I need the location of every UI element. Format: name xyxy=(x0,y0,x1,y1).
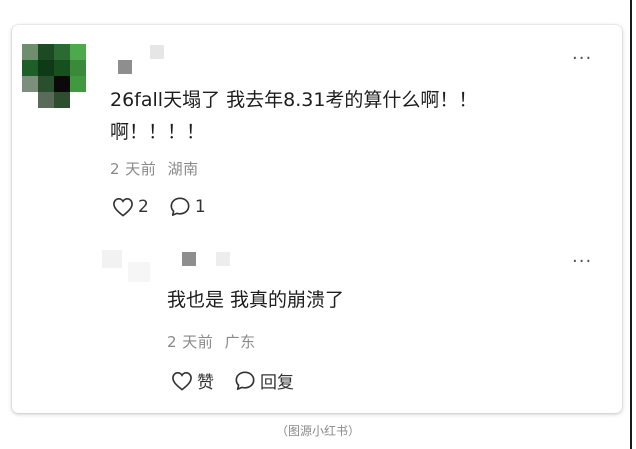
username-mosaic xyxy=(150,45,164,59)
heart-icon xyxy=(113,197,133,217)
reply-actions: 赞 回复 xyxy=(171,368,314,393)
image-caption: （图源小红书） xyxy=(275,424,360,438)
like-count: 2 xyxy=(138,196,149,217)
comment-text: 26fall天塌了 我去年8.31考的算什么啊！！ 啊！！！！ xyxy=(110,89,478,143)
comment-bubble-icon xyxy=(170,197,190,216)
comment-location: 湖南 xyxy=(167,160,199,178)
reply-location: 广东 xyxy=(224,333,256,351)
reply-username-mosaic xyxy=(216,252,230,266)
comment-actions: 2 1 xyxy=(112,196,226,217)
comment-meta: 2 天前 湖南 xyxy=(110,158,199,179)
reply-more-options-icon[interactable]: ··· xyxy=(572,253,592,271)
like-button[interactable]: 2 xyxy=(112,197,149,217)
heart-icon xyxy=(172,371,192,391)
comment-time: 2 天前 xyxy=(110,160,157,178)
avatar[interactable] xyxy=(22,44,86,108)
reply-count: 1 xyxy=(194,196,206,217)
username-mosaic xyxy=(118,60,132,74)
reply-like-label: 赞 xyxy=(197,373,214,393)
reply-time: 2 天前 xyxy=(167,333,214,351)
reply-like-button[interactable]: 赞 xyxy=(171,368,214,393)
reply-avatar-mosaic xyxy=(128,262,150,282)
page-right-border xyxy=(630,0,632,449)
reply-meta: 2 天前 广东 xyxy=(167,331,256,352)
reply-username-mosaic xyxy=(182,252,196,266)
comment-bubble-icon xyxy=(235,371,255,390)
reply-reply-label: 回复 xyxy=(260,373,294,393)
reply-reply-button[interactable]: 回复 xyxy=(234,368,294,393)
reply-button[interactable]: 1 xyxy=(169,196,206,217)
reply-text: 我也是 我真的崩溃了 xyxy=(167,289,345,311)
reply-avatar-mosaic xyxy=(102,250,122,268)
more-options-icon[interactable]: ··· xyxy=(572,50,592,68)
